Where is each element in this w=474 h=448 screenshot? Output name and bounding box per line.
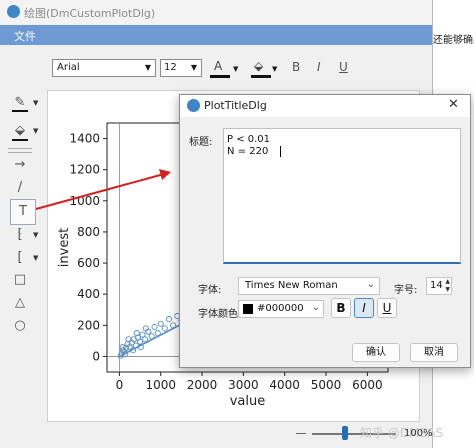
underline-toggle[interactable]: U xyxy=(377,298,397,318)
ok-button[interactable]: 确认 xyxy=(352,343,400,362)
font-size-spin-value: 14 xyxy=(430,280,443,291)
app-icon xyxy=(187,99,200,112)
y-tick-label: 400 xyxy=(77,287,100,301)
data-point xyxy=(157,320,164,327)
y-tick-label: 0 xyxy=(92,349,100,363)
data-point xyxy=(141,336,149,343)
font-label: 字体: xyxy=(198,285,222,296)
data-point xyxy=(161,325,168,332)
font-family-value: Times New Roman xyxy=(245,280,338,291)
x-tick-label: 6000 xyxy=(352,378,383,392)
x-tick-label: 3000 xyxy=(228,378,259,392)
title-text-line-1: P < 0.01 xyxy=(227,134,271,145)
italic-toggle[interactable]: I xyxy=(354,298,374,318)
dialog-title: PlotTitleDlg xyxy=(204,99,267,112)
data-point xyxy=(119,344,126,351)
font-size-spin[interactable]: 14 ▲ ▼ xyxy=(426,277,452,295)
data-point xyxy=(133,330,140,337)
x-tick-label: 0 xyxy=(116,378,124,392)
title-text-line-2: N = 220 xyxy=(227,146,269,157)
title-text-input[interactable]: P < 0.01 N = 220 xyxy=(223,128,461,264)
zoom-level: 100% xyxy=(404,428,433,439)
font-color-value: #000000 xyxy=(257,303,304,314)
y-axis-label: invest xyxy=(57,228,72,267)
plot-title-dialog: PlotTitleDlg ✕ 标题: P < 0.01 N = 220 字体: … xyxy=(179,94,471,368)
side-page-text: 还能够确立 xyxy=(433,35,474,46)
x-tick-label: 4000 xyxy=(269,378,300,392)
y-tick-label: 1000 xyxy=(69,194,100,208)
x-tick-label: 2000 xyxy=(187,378,218,392)
cancel-button[interactable]: 取消 xyxy=(410,343,458,362)
chevron-down-icon: ⌄ xyxy=(366,279,375,290)
color-swatch xyxy=(243,304,253,314)
x-tick-label: 5000 xyxy=(311,378,342,392)
data-point xyxy=(165,316,173,323)
y-tick-label: 1400 xyxy=(69,132,100,146)
font-size-label: 字号: xyxy=(394,285,418,296)
y-tick-label: 1200 xyxy=(69,163,100,177)
close-icon[interactable]: ✕ xyxy=(448,97,459,112)
font-color-label: 字体颜色: xyxy=(198,309,242,320)
text-cursor xyxy=(280,146,281,157)
x-tick-label: 1000 xyxy=(145,378,176,392)
font-family-select[interactable]: Times New Roman ⌄ xyxy=(238,277,380,295)
y-tick-label: 800 xyxy=(77,225,100,239)
zoom-out-icon[interactable] xyxy=(296,433,306,434)
y-tick-label: 600 xyxy=(77,256,100,270)
font-color-select[interactable]: #000000 ⌄ xyxy=(238,300,324,318)
spin-arrows-icon[interactable]: ▲ ▼ xyxy=(445,278,450,294)
dialog-title-bar: PlotTitleDlg ✕ xyxy=(180,95,470,117)
data-point xyxy=(151,323,158,330)
title-label: 标题: xyxy=(189,137,213,148)
y-tick-label: 200 xyxy=(77,318,100,332)
bold-toggle[interactable]: B xyxy=(331,298,351,318)
chevron-down-icon: ⌄ xyxy=(311,302,320,313)
zoom-slider-thumb[interactable] xyxy=(342,426,348,440)
x-axis-label: value xyxy=(230,394,266,409)
